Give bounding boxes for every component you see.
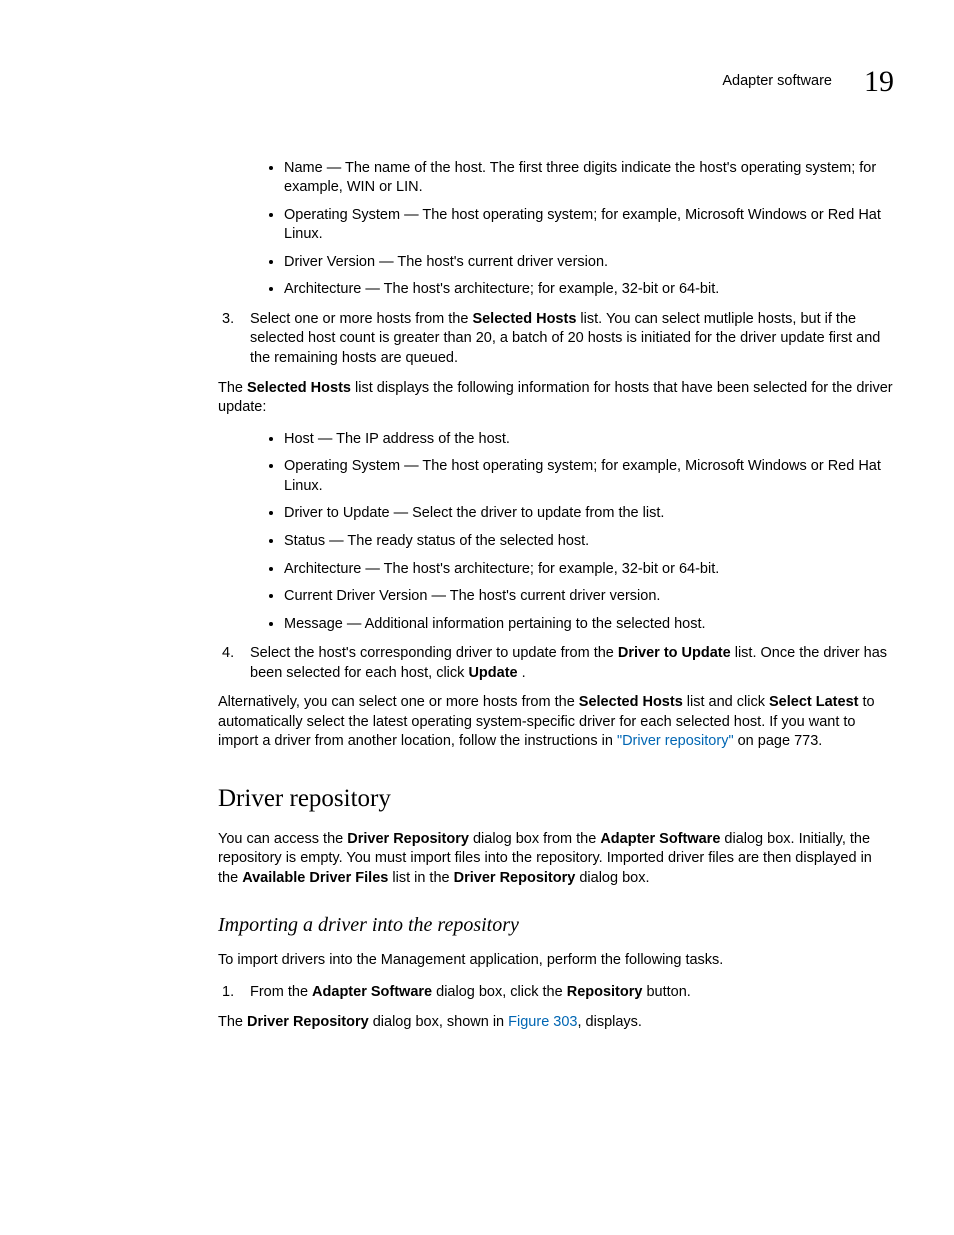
list-item: Name — The name of the host. The first t… [284, 159, 894, 198]
text: list and click [683, 694, 769, 710]
step-3: 3. Select one or more hosts from the Sel… [218, 310, 894, 369]
page-content: Adapter software 19 Name — The name of t… [0, 0, 954, 1104]
figure-303-link[interactable]: Figure 303 [508, 1014, 577, 1030]
text: . [522, 665, 526, 681]
text-bold: Selected Hosts [247, 380, 351, 396]
text: dialog box from the [469, 831, 600, 847]
step-number: 3. [218, 310, 250, 369]
page-header: Adapter software 19 [218, 62, 894, 103]
text-bold: Driver Repository [454, 870, 576, 886]
chapter-number: 19 [864, 62, 894, 103]
text: Select the host's corresponding driver t… [250, 645, 618, 661]
text-bold: Adapter Software [600, 831, 720, 847]
text-bold: Driver Repository [247, 1014, 369, 1030]
text-bold: Available Driver Files [242, 870, 388, 886]
text-bold: Selected Hosts [579, 694, 683, 710]
step-text: Select the host's corresponding driver t… [250, 644, 894, 683]
text: dialog box, shown in [369, 1014, 508, 1030]
text-bold: Repository [567, 984, 643, 1000]
step-4-para2: Alternatively, you can select one or mor… [218, 693, 894, 752]
text: The [218, 380, 247, 396]
text-bold: Driver to Update [618, 645, 731, 661]
text: dialog box, click the [432, 984, 567, 1000]
text: The [218, 1014, 247, 1030]
list-item: Architecture — The host's architecture; … [284, 560, 894, 580]
importing-intro: To import drivers into the Management ap… [218, 951, 894, 971]
text: dialog box. [575, 870, 649, 886]
text: , displays. [577, 1014, 641, 1030]
step-number: 4. [218, 644, 250, 683]
step-3-bullets: Host — The IP address of the host. Opera… [218, 430, 894, 635]
text: button. [642, 984, 690, 1000]
list-item: Operating System — The host operating sy… [284, 457, 894, 496]
list-item: Driver to Update — Select the driver to … [284, 504, 894, 524]
text-bold: Select Latest [769, 694, 858, 710]
text: Alternatively, you can select one or mor… [218, 694, 579, 710]
step-text: Select one or more hosts from the Select… [250, 310, 894, 369]
list-item: Operating System — The host operating sy… [284, 206, 894, 245]
step-3-para2: The Selected Hosts list displays the fol… [218, 379, 894, 418]
text: on page 773. [734, 733, 823, 749]
text-bold: Adapter Software [312, 984, 432, 1000]
text-bold: Update [468, 665, 521, 681]
list-item: Message — Additional information pertain… [284, 615, 894, 635]
text-bold: Selected Hosts [472, 311, 576, 327]
list-item: Host — The IP address of the host. [284, 430, 894, 450]
import-step-1-para2: The Driver Repository dialog box, shown … [218, 1013, 894, 1033]
text: From the [250, 984, 312, 1000]
list-item: Architecture — The host's architecture; … [284, 280, 894, 300]
import-step-1: 1. From the Adapter Software dialog box,… [218, 983, 894, 1003]
list-item: Current Driver Version — The host's curr… [284, 587, 894, 607]
text: list in the [388, 870, 453, 886]
importing-driver-heading: Importing a driver into the repository [218, 912, 894, 939]
driver-repo-para: You can access the Driver Repository dia… [218, 830, 894, 889]
top-bullet-list: Name — The name of the host. The first t… [218, 159, 894, 300]
step-4: 4. Select the host's corresponding drive… [218, 644, 894, 683]
header-title: Adapter software [722, 72, 832, 92]
driver-repository-link[interactable]: "Driver repository" [617, 733, 734, 749]
text-bold: Driver Repository [347, 831, 469, 847]
text: You can access the [218, 831, 347, 847]
step-text: From the Adapter Software dialog box, cl… [250, 983, 894, 1003]
driver-repository-heading: Driver repository [218, 782, 894, 816]
list-item: Driver Version — The host's current driv… [284, 253, 894, 273]
list-item: Status — The ready status of the selecte… [284, 532, 894, 552]
step-number: 1. [218, 983, 250, 1003]
text: Select one or more hosts from the [250, 311, 472, 327]
